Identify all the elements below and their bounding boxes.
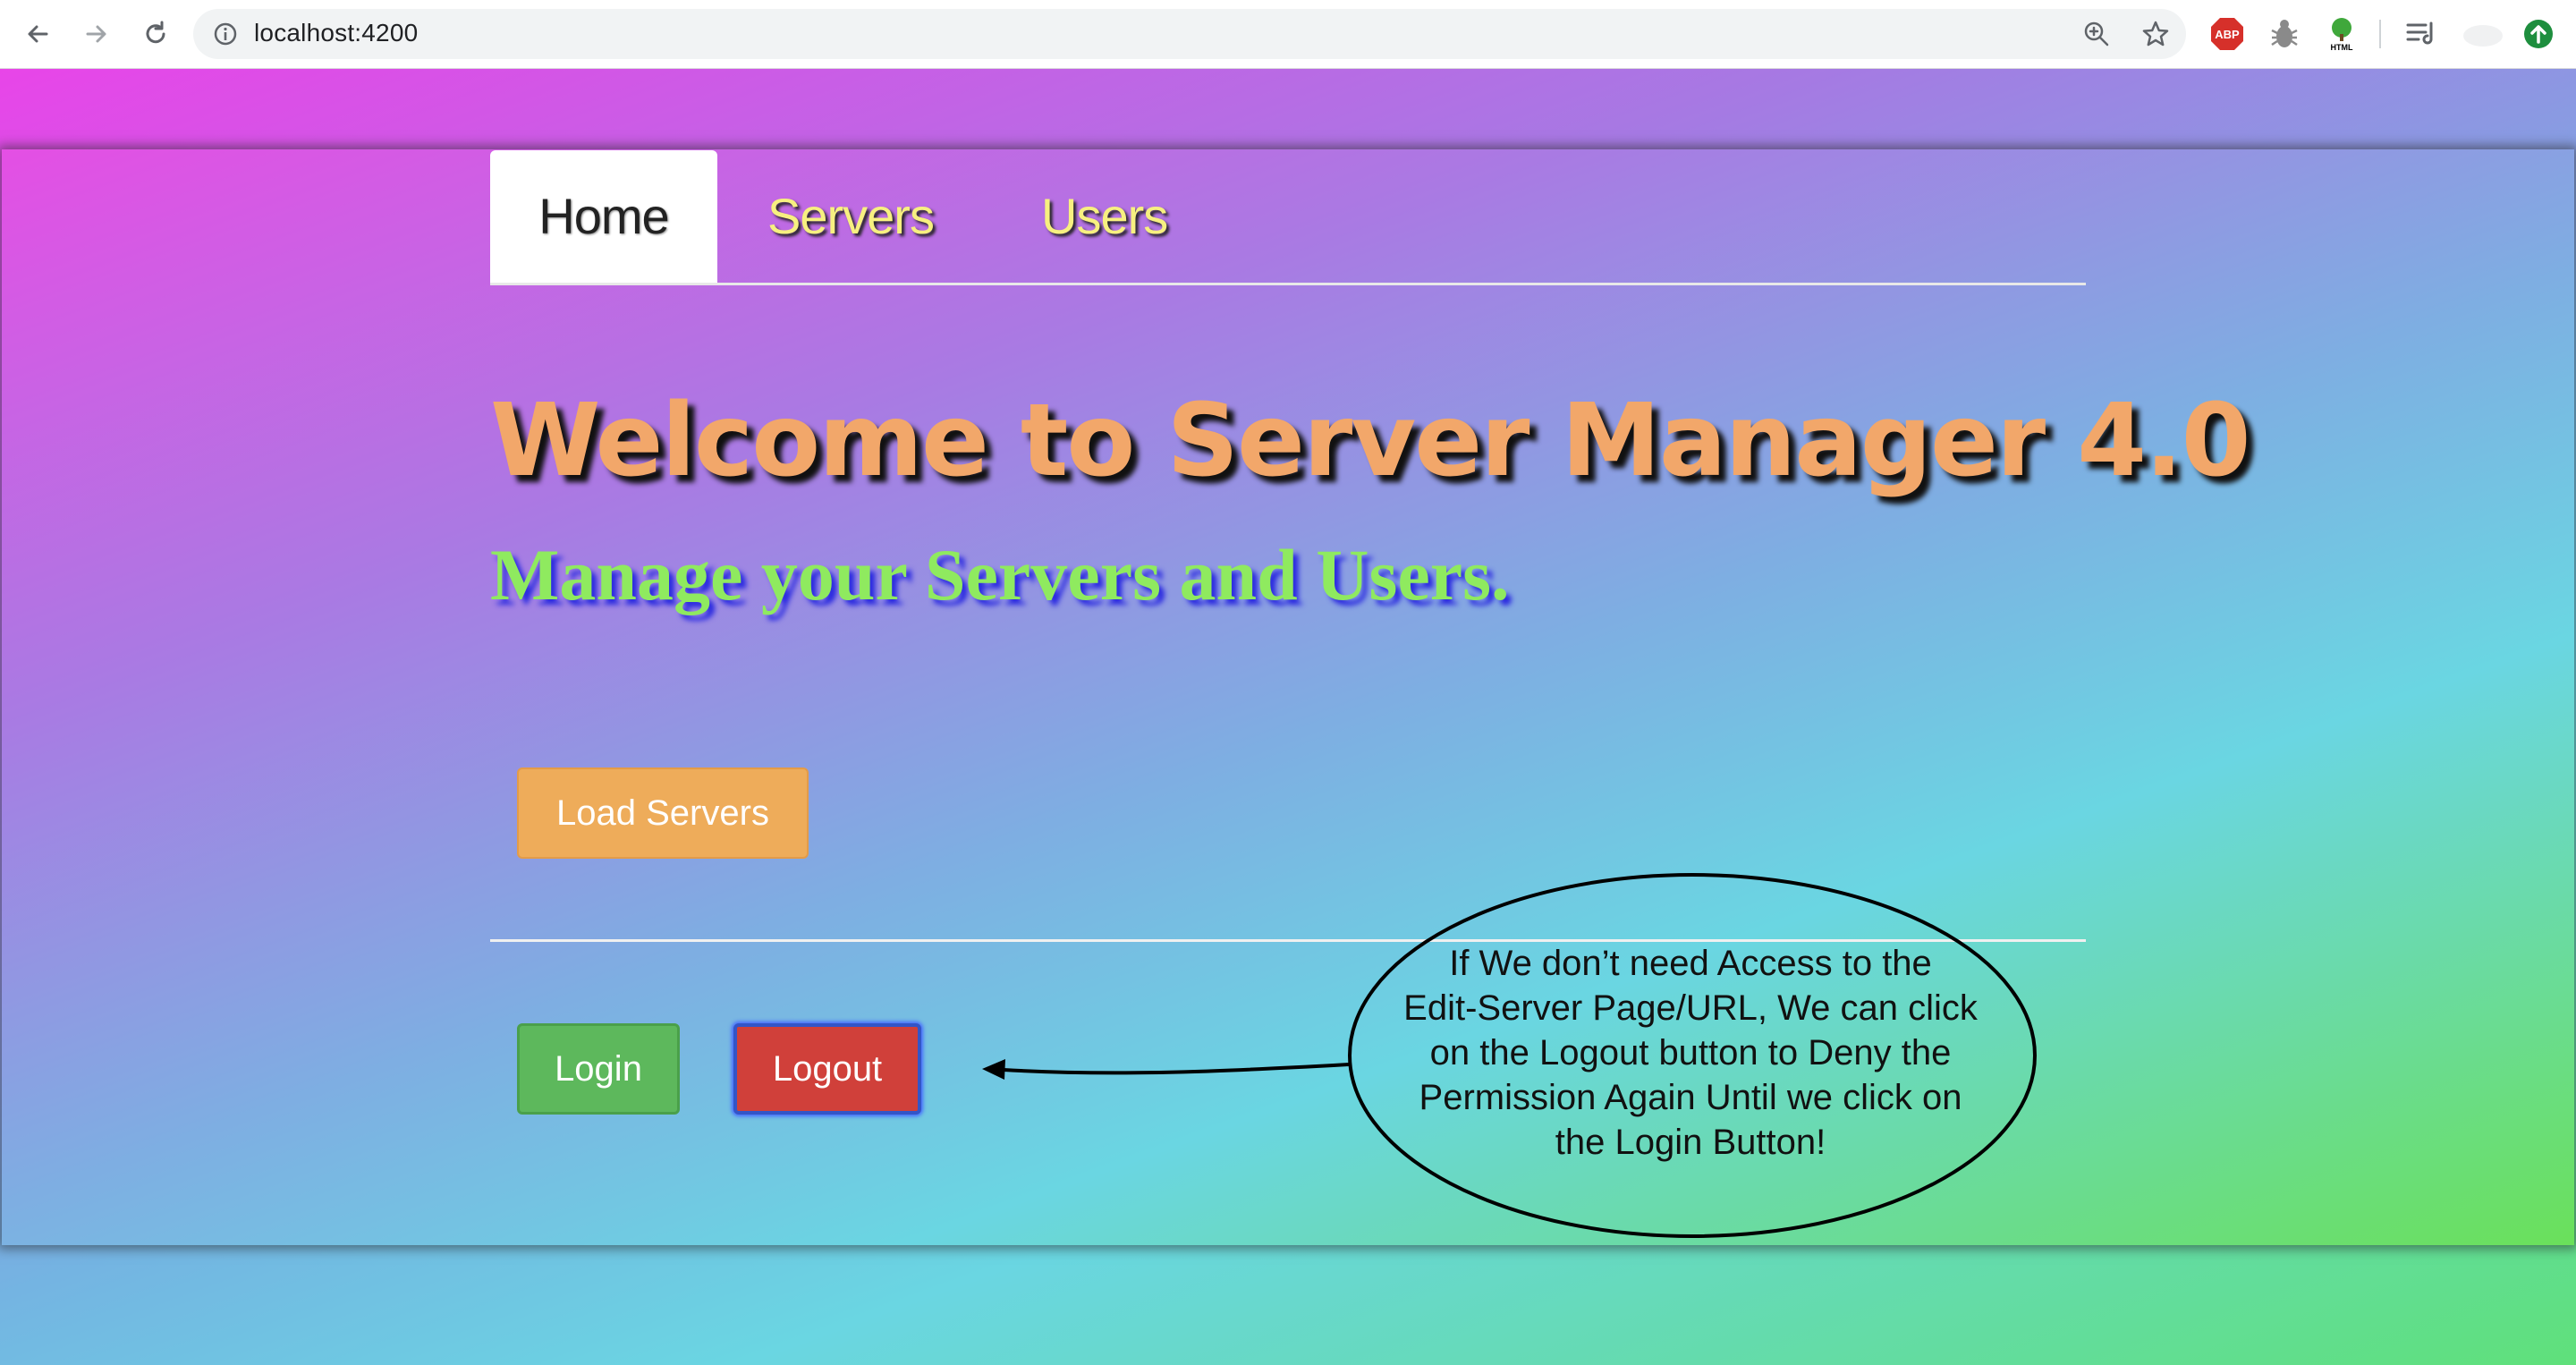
annotation-line: the Login Button! — [1555, 1123, 1826, 1162]
annotation-line: Edit-Server Page/URL, We can click — [1403, 988, 1978, 1028]
annotation-text: If We don’t need Access to the Edit-Serv… — [1360, 941, 2021, 1165]
annotation-overlay — [982, 873, 2037, 1238]
annotation-line: If We don’t need Access to the — [1449, 944, 1932, 983]
annotation-line: on the Logout button to Deny the — [1429, 1033, 1952, 1072]
screen: { "browser": { "url": "localhost:4200", … — [0, 0, 2576, 1365]
annotation-line: Permission Again Until we click on — [1419, 1078, 1962, 1117]
annotation-arrow-line — [1003, 1063, 1350, 1075]
annotation-arrow-head — [982, 1059, 1005, 1080]
